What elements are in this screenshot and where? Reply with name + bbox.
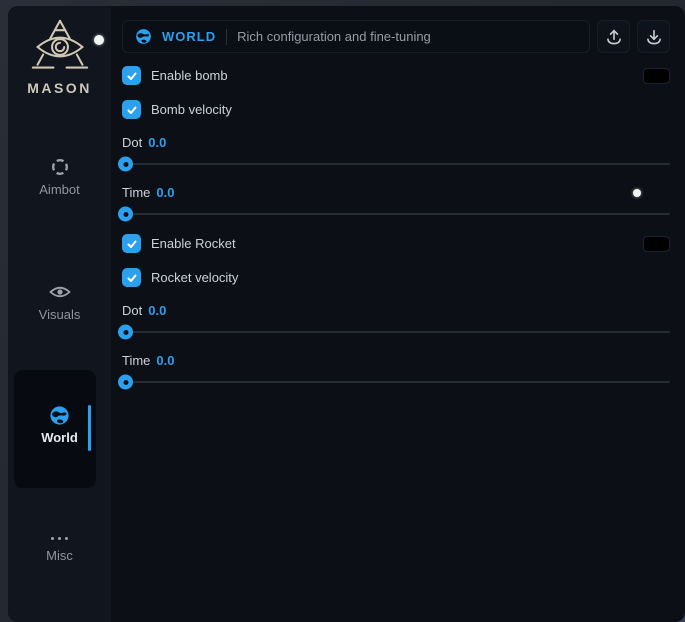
checkbox-row-enable-bomb: Enable bomb [122, 66, 670, 85]
cursor-dot [94, 35, 104, 45]
bomb-velocity-checkbox[interactable] [122, 100, 141, 119]
sidebar-item-label: Visuals [8, 307, 111, 322]
slider-value: 0.0 [156, 185, 174, 200]
slider-handle[interactable] [118, 207, 133, 222]
check-icon [126, 70, 138, 82]
cursor-dot [633, 189, 641, 197]
sidebar-item-misc[interactable]: Misc [8, 532, 111, 563]
slider-handle[interactable] [118, 375, 133, 390]
checkbox-label: Enable Rocket [151, 236, 236, 251]
sidebar-item-label: Aimbot [8, 182, 111, 197]
checkbox-row-enable-rocket: Enable Rocket [122, 234, 670, 253]
sidebar-item-label: World [8, 430, 111, 445]
page-subtitle: Rich configuration and fine-tuning [237, 29, 431, 44]
download-config-button[interactable] [637, 20, 670, 53]
rocket-velocity-checkbox[interactable] [122, 268, 141, 287]
sidebar-item-aimbot[interactable]: Aimbot [8, 156, 111, 197]
slider-group-bomb-dot: Dot 0.0 [122, 134, 670, 172]
slider-value: 0.0 [148, 303, 166, 318]
sidebar: MASON Aimbot Visuals [8, 6, 111, 622]
rocket-color-swatch[interactable] [643, 236, 670, 252]
globe-icon [8, 404, 111, 426]
page-title: WORLD [162, 29, 216, 44]
ellipsis-icon [8, 532, 111, 544]
slider-label: Time [122, 353, 150, 368]
slider-value: 0.0 [156, 353, 174, 368]
page-header: WORLD Rich configuration and fine-tuning [122, 20, 590, 53]
slider-handle[interactable] [118, 157, 133, 172]
main-panel: WORLD Rich configuration and fine-tuning [111, 6, 685, 622]
checkbox-label: Enable bomb [151, 68, 228, 83]
slider-label: Dot [122, 303, 142, 318]
enable-rocket-checkbox[interactable] [122, 234, 141, 253]
active-tab-indicator [88, 405, 91, 451]
checkbox-label: Bomb velocity [151, 102, 232, 117]
checkbox-label: Rocket velocity [151, 270, 238, 285]
enable-bomb-checkbox[interactable] [122, 66, 141, 85]
globe-icon [135, 28, 152, 45]
brand-logo: MASON [8, 18, 111, 96]
check-icon [126, 238, 138, 250]
slider-track[interactable] [122, 381, 670, 383]
check-icon [126, 272, 138, 284]
upload-icon [605, 28, 623, 46]
slider-group-rocket-dot: Dot 0.0 [122, 302, 670, 340]
divider [226, 29, 227, 45]
bomb-color-swatch[interactable] [643, 68, 670, 84]
slider-handle[interactable] [118, 325, 133, 340]
slider-label: Dot [122, 135, 142, 150]
crosshair-icon [8, 156, 111, 178]
masonic-eye-logo-icon [30, 18, 90, 76]
header-row: WORLD Rich configuration and fine-tuning [122, 20, 670, 53]
slider-label: Time [122, 185, 150, 200]
cheat-menu-window: MASON Aimbot Visuals [8, 6, 685, 622]
sidebar-item-label: Misc [8, 548, 111, 563]
eye-icon [8, 281, 111, 303]
download-icon [645, 28, 663, 46]
check-icon [126, 104, 138, 116]
slider-track[interactable] [122, 163, 670, 165]
slider-track[interactable] [122, 213, 670, 215]
checkbox-row-bomb-velocity: Bomb velocity [122, 100, 670, 119]
slider-value: 0.0 [148, 135, 166, 150]
slider-group-rocket-time: Time 0.0 [122, 352, 670, 390]
settings-list: Enable bomb Bomb velocity Dot 0.0 Time [122, 66, 670, 390]
slider-group-bomb-time: Time 0.0 [122, 184, 670, 222]
brand-name: MASON [8, 80, 111, 96]
sidebar-item-visuals[interactable]: Visuals [8, 281, 111, 322]
slider-track[interactable] [122, 331, 670, 333]
checkbox-row-rocket-velocity: Rocket velocity [122, 268, 670, 287]
upload-config-button[interactable] [597, 20, 630, 53]
sidebar-item-world[interactable]: World [8, 404, 111, 445]
